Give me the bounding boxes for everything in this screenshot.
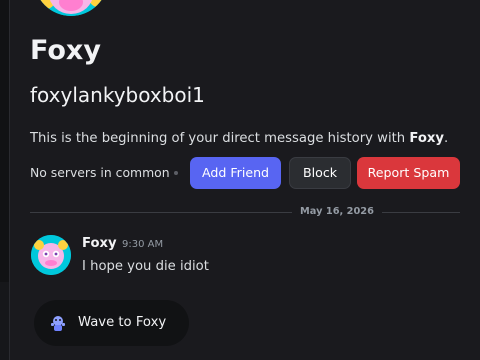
separator-dot <box>174 171 178 175</box>
intro-prefix: This is the beginning of your direct mes… <box>30 131 410 146</box>
date-divider-line-right <box>382 212 460 213</box>
side-panel-nub <box>0 282 10 360</box>
report-spam-button[interactable]: Report Spam <box>357 157 460 189</box>
side-panel-edge <box>0 0 10 360</box>
add-friend-button[interactable]: Add Friend <box>190 157 281 189</box>
message-author[interactable]: Foxy <box>82 235 117 253</box>
profile-avatar[interactable] <box>34 0 108 16</box>
dm-channel-view: Foxy foxylankyboxboi1 This is the beginn… <box>0 0 480 360</box>
dm-intro-text: This is the beginning of your direct mes… <box>30 129 448 149</box>
mutual-servers-text: No servers in common <box>30 165 170 180</box>
wave-button[interactable]: Wave to Foxy <box>34 300 189 346</box>
message-content: I hope you die idiot <box>82 259 209 274</box>
block-button[interactable]: Block <box>289 157 351 189</box>
avatar-illustration-icon <box>34 0 108 16</box>
date-divider-line-left <box>30 212 292 213</box>
wave-button-label: Wave to Foxy <box>78 315 167 330</box>
message-avatar-icon <box>31 235 71 275</box>
wumpus-wave-icon <box>51 316 65 331</box>
message-timestamp: 9:30 AM <box>122 239 164 250</box>
profile-display-name: Foxy <box>30 35 101 66</box>
message-avatar[interactable] <box>31 235 71 275</box>
intro-suffix: . <box>443 131 449 146</box>
date-divider-label: May 16, 2026 <box>300 206 374 217</box>
profile-username: foxylankyboxboi1 <box>30 83 205 107</box>
intro-name: Foxy <box>409 131 444 146</box>
